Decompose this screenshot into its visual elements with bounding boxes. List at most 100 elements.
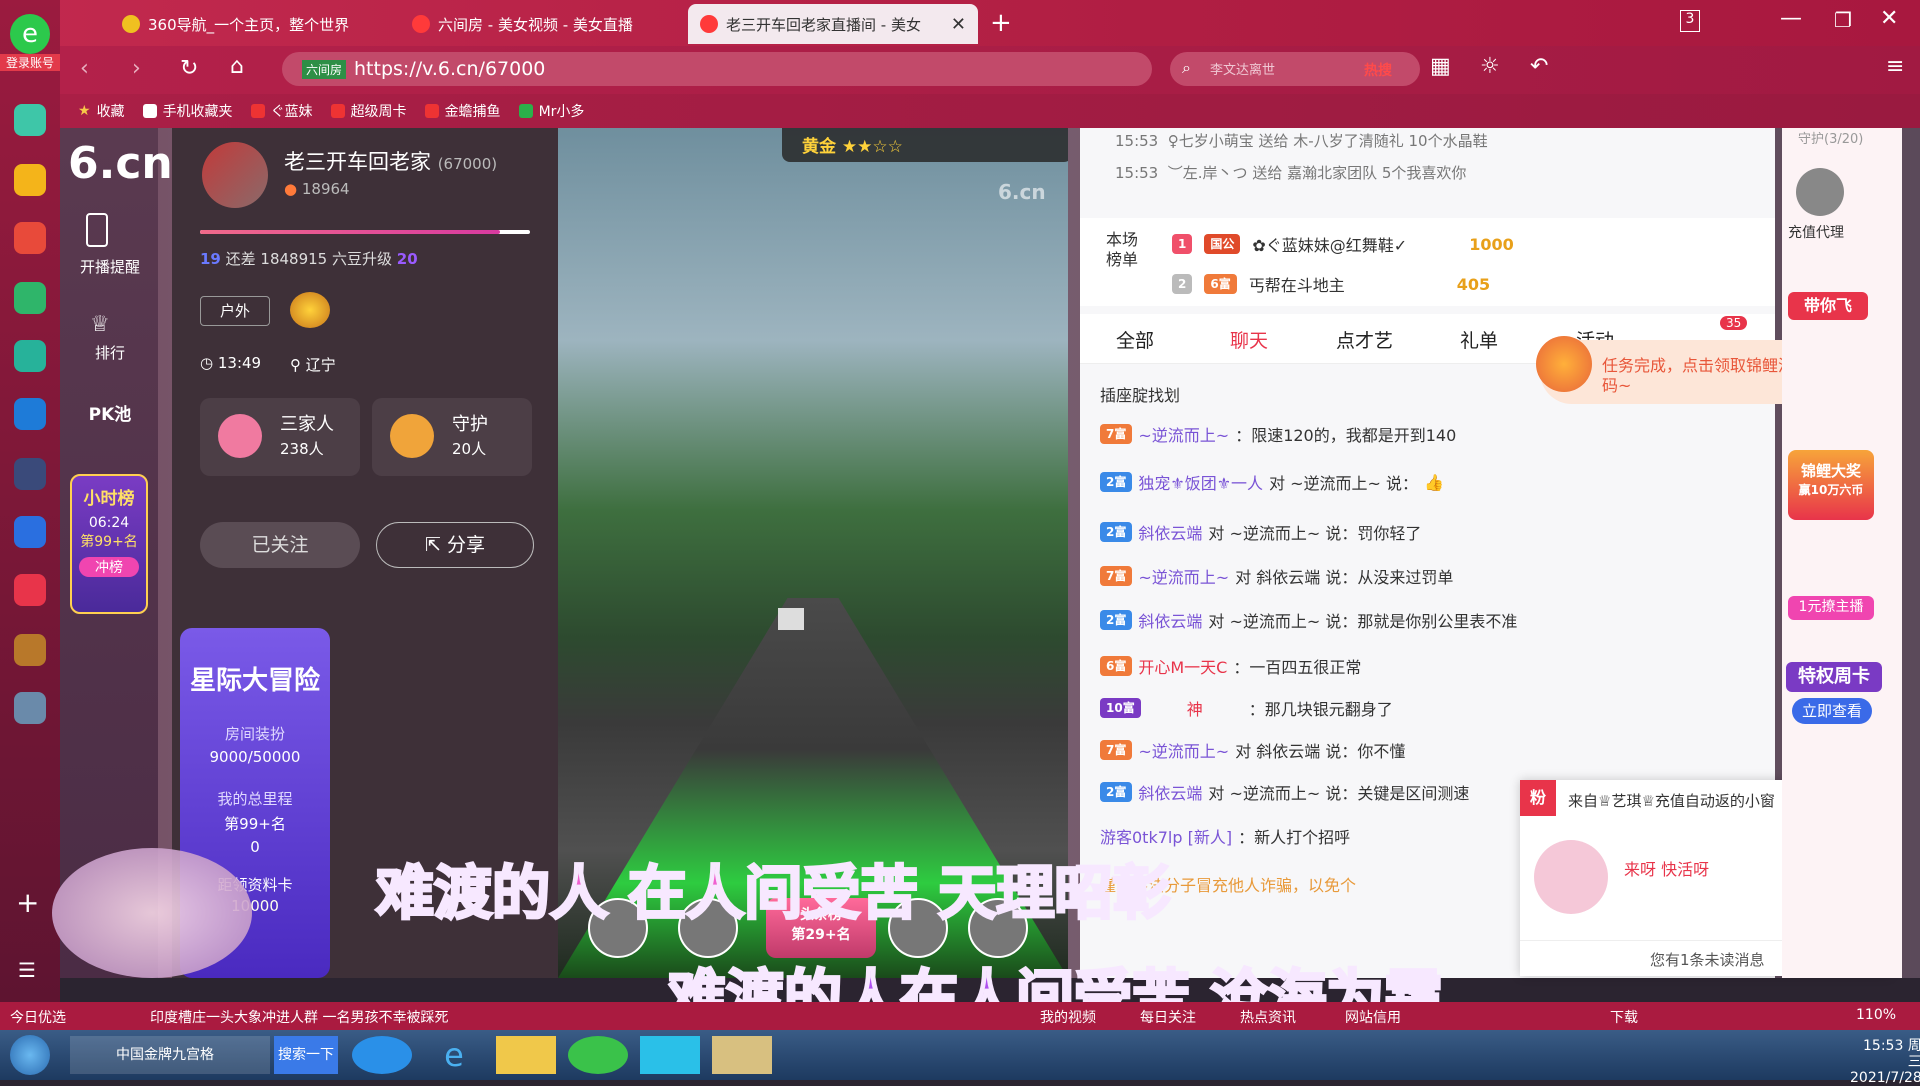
tab-chat[interactable]: 聊天 (1230, 326, 1268, 353)
360-browser-icon[interactable] (568, 1036, 628, 1074)
bookmark-item[interactable]: ぐ蓝妹 (250, 101, 313, 121)
apps-icon[interactable]: ▦ (1430, 54, 1451, 79)
theme-icon[interactable]: ☼ (1480, 54, 1500, 79)
zoom-level[interactable]: 110% (1856, 1007, 1896, 1023)
host-tag[interactable]: 户外 (200, 296, 270, 326)
week-card-button[interactable]: 立即查看 (1792, 698, 1872, 724)
pm-message[interactable]: 来呀 快活呀 (1624, 856, 1709, 880)
carp-promo[interactable]: 锦鲤大奖 赢10万六币 (1788, 450, 1874, 520)
address-bar[interactable]: 六间房 https://v.6.cn/67000 (282, 52, 1152, 86)
chat-name[interactable]: 独宠⚜饭团⚜一人 (1138, 470, 1263, 494)
level-from: 19 (200, 250, 221, 268)
minimize-icon[interactable]: — (1780, 6, 1802, 31)
tab-all[interactable]: 全部 (1116, 326, 1154, 353)
menu-icon[interactable]: ≡ (1886, 54, 1904, 79)
board-row[interactable]: 1 国公 ✿ぐ蓝妹妹@红舞鞋✓ 1000 (1172, 232, 1514, 256)
back-icon[interactable]: ‹ (80, 56, 89, 81)
hour-rank-card[interactable]: 小时榜 06:24 第99+名 冲榜 (70, 474, 148, 614)
menu-icon[interactable]: ☰ (18, 958, 36, 982)
start-icon[interactable] (10, 1035, 50, 1075)
game3-icon[interactable] (14, 692, 46, 724)
tab-count-badge[interactable]: 3 (1680, 10, 1700, 32)
player-icon[interactable] (640, 1036, 700, 1074)
taskbar-search[interactable]: 搜索一下 (274, 1036, 338, 1074)
chat-name[interactable]: ~逆流而上~ (1138, 564, 1229, 588)
login-button[interactable]: 登录账号 (0, 54, 60, 71)
bookmark-item[interactable]: 超级周卡 (330, 101, 407, 121)
close-window-icon[interactable]: ✕ (1880, 6, 1898, 31)
cloud-icon[interactable] (14, 340, 46, 372)
gift-time: 15:53 (1115, 164, 1159, 182)
chat-name[interactable]: 游客0tk7lp [新人] (1100, 824, 1232, 848)
host-avatar[interactable] (202, 142, 268, 208)
refresh-icon[interactable]: ↻ (180, 56, 198, 81)
chat-name[interactable]: 斜依云端 (1138, 608, 1202, 632)
bookmark-item[interactable]: 手机收藏夹 (142, 101, 233, 121)
recharge-label[interactable]: 充值代理 (1788, 222, 1844, 242)
chat-name[interactable]: ~逆流而上~ (1138, 422, 1229, 446)
site-logo[interactable]: 6.cn (68, 138, 173, 189)
undo-icon[interactable]: ↶ (1530, 54, 1548, 79)
start-remind-link[interactable]: 开播提醒 (68, 256, 152, 277)
game2-icon[interactable] (14, 634, 46, 666)
share-button[interactable]: ⇱ 分享 (376, 522, 534, 568)
chat-name[interactable]: 斜依云端 (1138, 520, 1202, 544)
fly-button[interactable]: 带你飞 (1788, 292, 1868, 320)
app-icon[interactable] (712, 1036, 772, 1074)
board-row[interactable]: 2 6富 丐帮在斗地主 405 (1172, 272, 1490, 296)
crown-icon: ♕ (90, 312, 110, 337)
news-ticker[interactable]: 印度槽庄一头大象冲进人群 一名男孩不幸被踩死 (150, 1007, 448, 1027)
weibo-icon[interactable] (14, 222, 46, 254)
tab-gifts[interactable]: 礼单 (1460, 326, 1498, 353)
folder-icon[interactable] (496, 1036, 556, 1074)
search-box[interactable]: ⌕ 李文达离世 热搜 (1170, 52, 1420, 86)
family-card[interactable]: 三家人 238人 (200, 398, 360, 476)
chat-name[interactable]: ~逆流而上~ (1138, 738, 1229, 762)
site-credit-link[interactable]: 网站信用 (1345, 1007, 1401, 1027)
ie-icon[interactable]: e (424, 1036, 484, 1074)
forward-icon[interactable]: › (132, 56, 141, 81)
home-icon[interactable]: ⌂ (230, 54, 244, 79)
add-icon[interactable]: + (16, 886, 39, 919)
hot-news-link[interactable]: 热点资讯 (1240, 1007, 1296, 1027)
week-card-title[interactable]: 特权周卡 (1786, 662, 1882, 692)
one-yuan-promo[interactable]: 1元撩主播 (1788, 596, 1874, 620)
tab-6cn[interactable]: 六间房 - 美女视频 - 美女直播 (400, 4, 680, 44)
tab-talent[interactable]: 点才艺 (1336, 326, 1393, 353)
guard-avatar[interactable] (1796, 168, 1844, 216)
hour-rank-button[interactable]: 冲榜 (79, 557, 139, 577)
taskbar-app[interactable]: 中国金牌九宫格 (70, 1036, 270, 1074)
bookmark-item[interactable]: Mr小多 (518, 101, 584, 121)
chat-name[interactable]: 开心M一天C (1138, 654, 1227, 678)
favorites-icon[interactable] (14, 164, 46, 196)
bookmark-item[interactable]: 金蟾捕鱼 (424, 101, 501, 121)
clock-icon: ◷ (200, 354, 214, 372)
new-tab-button[interactable]: + (990, 8, 1012, 38)
chat-name[interactable]: 斜依云端 (1138, 780, 1202, 804)
follow-button[interactable]: 已关注 (200, 522, 360, 568)
chat-name[interactable]: 神 (1187, 696, 1203, 720)
daily-follow-link[interactable]: 每日关注 (1140, 1007, 1196, 1027)
kugou-icon[interactable] (352, 1036, 412, 1074)
p-app-icon[interactable] (14, 398, 46, 430)
chat-name[interactable]: 插座腚找划 (1100, 382, 1180, 406)
download-link[interactable]: 下载 (1610, 1007, 1638, 1027)
close-icon[interactable]: ✕ (951, 14, 966, 35)
tab-room[interactable]: 老三开车回老家直播间 - 美女 ✕ (688, 4, 978, 44)
rank-link[interactable]: 排行 (68, 342, 152, 363)
pk-link[interactable]: PK池 (68, 400, 152, 425)
game-icon[interactable] (14, 458, 46, 490)
pm-avatar[interactable] (1534, 840, 1608, 914)
bookmark-item[interactable]: ★ 收藏 (78, 101, 125, 121)
app-icon[interactable] (14, 104, 46, 136)
mileage-value: 0 (250, 838, 260, 856)
xiaohongshu-icon[interactable] (14, 574, 46, 606)
my-video-link[interactable]: 我的视频 (1040, 1007, 1096, 1027)
today-pick[interactable]: 今日优选 (10, 1007, 66, 1027)
tab-360[interactable]: 360导航_一个主页，整个世界 (110, 4, 390, 44)
browser-logo-icon[interactable]: e (10, 14, 50, 54)
doc-icon[interactable] (14, 516, 46, 548)
mail-icon[interactable] (14, 282, 46, 314)
maximize-icon[interactable]: ❐ (1834, 8, 1852, 32)
guard-card[interactable]: 守护 20人 (372, 398, 532, 476)
